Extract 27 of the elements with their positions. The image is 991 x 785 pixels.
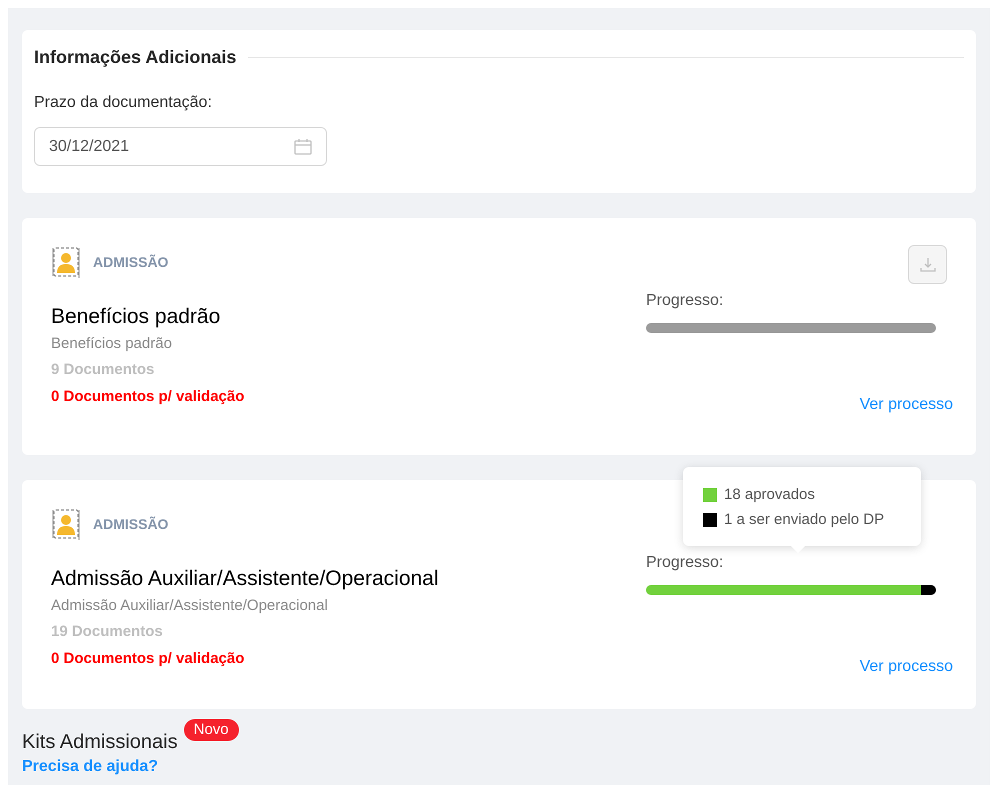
section-title: Informações Adicionais bbox=[34, 46, 236, 69]
progress-label: Progresso: bbox=[646, 291, 724, 311]
download-icon bbox=[918, 256, 936, 272]
calendar-icon bbox=[294, 138, 312, 154]
help-link[interactable]: Precisa de ajuda? bbox=[22, 757, 158, 777]
date-field[interactable]: 30/12/2021 bbox=[34, 127, 327, 166]
process-subtitle: Benefícios padrão bbox=[51, 334, 173, 354]
document-count: 19 Documentos bbox=[51, 622, 164, 642]
section-title: Kits Admissionais bbox=[22, 730, 178, 755]
new-badge: Novo bbox=[184, 719, 239, 741]
legend-text: 18 aprovados bbox=[724, 485, 815, 505]
category-label: ADMISSÃO bbox=[93, 252, 168, 272]
category-label: ADMISSÃO bbox=[93, 514, 168, 534]
process-title: Benefícios padrão bbox=[51, 304, 222, 330]
person-card-icon bbox=[51, 507, 81, 541]
person-card-icon bbox=[51, 245, 81, 279]
view-process-link[interactable]: Ver processo bbox=[860, 655, 953, 679]
pending-count: 0 Documentos p/ validação bbox=[51, 386, 244, 406]
pending-count: 0 Documentos p/ validação bbox=[51, 648, 246, 668]
progress-label: Progresso: bbox=[646, 553, 724, 573]
document-count: 9 Documentos bbox=[51, 360, 156, 380]
process-title: Admissão Auxiliar/Assistente/Operacional bbox=[51, 566, 439, 592]
legend-text: 1 a ser enviado pelo DP bbox=[724, 510, 884, 530]
download-button[interactable] bbox=[908, 245, 947, 284]
process-subtitle: Admissão Auxiliar/Assistente/Operacional bbox=[51, 596, 329, 616]
view-process-link[interactable]: Ver processo bbox=[860, 393, 953, 417]
field-label: Prazo da documentação: bbox=[34, 93, 213, 113]
